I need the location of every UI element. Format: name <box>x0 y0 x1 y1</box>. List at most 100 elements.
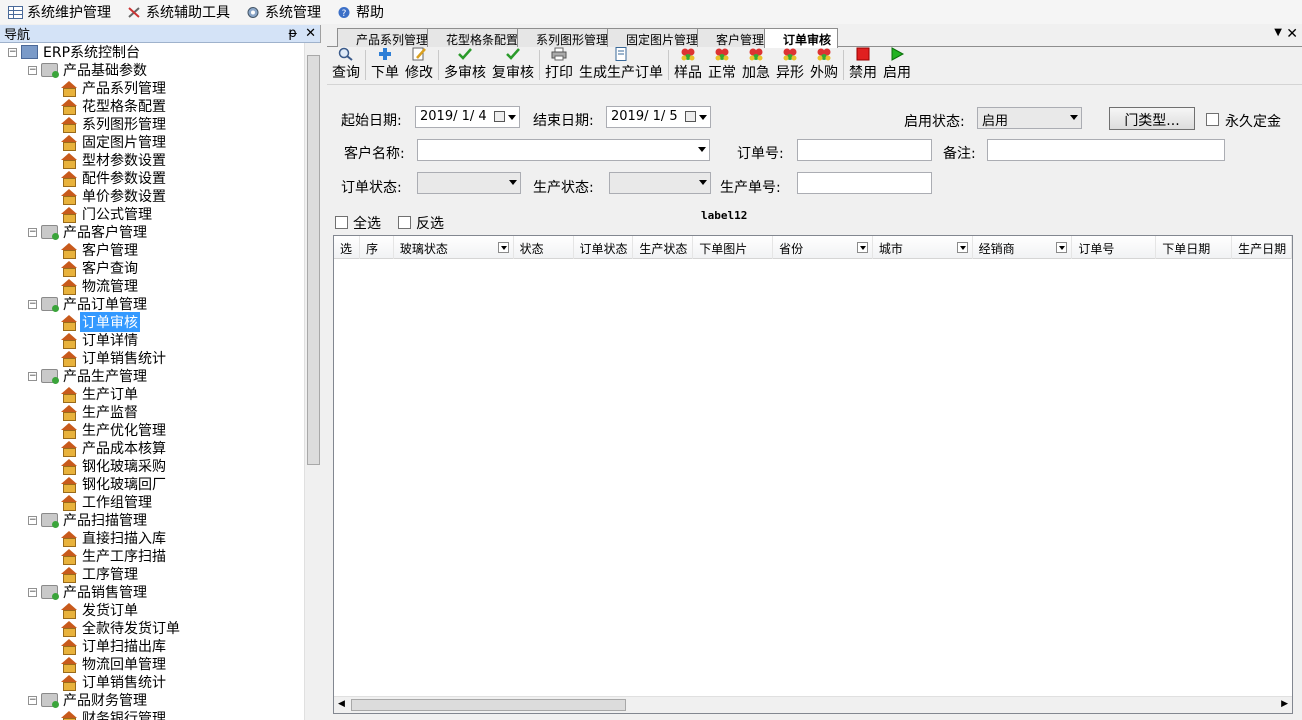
invert-checkbox[interactable] <box>398 216 411 229</box>
toolbar-button-6[interactable]: 生成生产订单 <box>576 46 666 84</box>
filter-dropdown-icon[interactable] <box>956 242 968 253</box>
customer-select[interactable] <box>417 139 710 161</box>
menu-system-maintenance[interactable]: 系统维护管理 <box>0 0 119 24</box>
permanent-deposit-checkbox[interactable] <box>1206 113 1219 126</box>
column-header[interactable]: 城市 <box>873 236 973 259</box>
remark-input[interactable] <box>987 139 1225 161</box>
tree-item[interactable]: 型材参数设置 <box>60 151 168 169</box>
tree-item[interactable]: 单价参数设置 <box>60 187 168 205</box>
tree-item[interactable]: 钢化玻璃采购 <box>60 457 168 475</box>
tab-list-dropdown-icon[interactable]: ▼ <box>1274 27 1282 38</box>
tree-group[interactable]: − 产品订单管理 <box>28 295 149 313</box>
tree-item[interactable]: 钢化玻璃回厂 <box>60 475 168 493</box>
tree-group[interactable]: − 产品客户管理 <box>28 223 149 241</box>
grid-scroll-thumb[interactable] <box>351 699 626 711</box>
toolbar-button-11[interactable]: 外购 <box>807 46 841 84</box>
tree-group[interactable]: − 产品基础参数 <box>28 61 149 79</box>
column-header[interactable]: 生产日期 <box>1232 236 1292 259</box>
tree-item[interactable]: 物流回单管理 <box>60 655 168 673</box>
nav-scrollbar[interactable] <box>304 43 321 720</box>
tab-close-icon[interactable]: ✕ <box>1286 26 1298 42</box>
toolbar-button-5[interactable]: 打印 <box>542 46 576 84</box>
tree-item[interactable]: 工作组管理 <box>60 493 154 511</box>
tree-group[interactable]: − 产品扫描管理 <box>28 511 149 529</box>
pin-icon[interactable]: ᵽ <box>288 26 297 41</box>
tree-item[interactable]: 订单详情 <box>60 331 140 349</box>
tree-item[interactable]: 订单审核 <box>60 312 140 332</box>
start-date-picker[interactable]: 2019/ 1/ 4 <box>415 106 520 128</box>
toolbar-button-1[interactable]: 下单 <box>368 46 402 84</box>
tree-item[interactable]: 固定图片管理 <box>60 133 168 151</box>
scroll-left-icon[interactable]: ◀ <box>338 699 345 709</box>
column-header[interactable]: 省份 <box>773 236 873 259</box>
order-status-select[interactable] <box>417 172 521 194</box>
tree-item[interactable]: 生产监督 <box>60 403 140 421</box>
tree-item[interactable]: 生产优化管理 <box>60 421 168 439</box>
scroll-right-icon[interactable]: ▶ <box>1281 699 1288 709</box>
tree-item[interactable]: 订单销售统计 <box>60 349 168 367</box>
tree-item[interactable]: 物流管理 <box>60 277 140 295</box>
tree-item[interactable]: 门公式管理 <box>60 205 154 223</box>
toolbar-button-2[interactable]: 修改 <box>402 46 436 84</box>
tab-customer-mgmt[interactable]: 客户管理 <box>697 28 772 47</box>
column-header[interactable]: 状态 <box>514 236 574 259</box>
tree-root[interactable]: − ERP系统控制台 <box>8 43 142 61</box>
tree-item[interactable]: 发货订单 <box>60 601 140 619</box>
filter-dropdown-icon[interactable] <box>1056 242 1068 253</box>
collapse-icon[interactable]: − <box>28 515 37 525</box>
enable-status-select[interactable]: 启用 <box>977 107 1082 129</box>
collapse-icon[interactable]: − <box>28 227 37 237</box>
tree-group[interactable]: − 产品财务管理 <box>28 691 149 709</box>
column-header[interactable]: 生产状态 <box>633 236 694 259</box>
tree-group[interactable]: − 产品销售管理 <box>28 583 149 601</box>
order-no-input[interactable] <box>797 139 932 161</box>
tree-item[interactable]: 客户查询 <box>60 259 140 277</box>
tree-item[interactable]: 系列图形管理 <box>60 115 168 133</box>
tree-item[interactable]: 产品系列管理 <box>60 79 168 97</box>
toolbar-button-12[interactable]: 禁用 <box>846 46 880 84</box>
collapse-icon[interactable]: − <box>28 371 37 381</box>
column-header[interactable]: 序 <box>360 236 394 259</box>
column-header[interactable]: 玻璃状态 <box>394 236 514 259</box>
tab-pattern-config[interactable]: 花型格条配置 <box>427 28 526 47</box>
column-header[interactable]: 下单日期 <box>1156 236 1233 259</box>
tab-order-review[interactable]: 订单审核 <box>764 28 839 48</box>
order-grid[interactable]: 选序 玻璃状态 状态 订单状态 生产状态 下单图片 省份 城市 经销商 订单号 下单日期 生产日期 ◀… <box>333 235 1293 714</box>
production-no-input[interactable] <box>797 172 932 194</box>
tree-item[interactable]: 订单销售统计 <box>60 673 168 691</box>
tab-product-series[interactable]: 产品系列管理 <box>337 28 436 47</box>
toolbar-button-4[interactable]: 复审核 <box>489 46 537 84</box>
tree-item[interactable]: 订单扫描出库 <box>60 637 168 655</box>
toolbar-button-10[interactable]: 异形 <box>773 46 807 84</box>
column-header[interactable]: 订单号 <box>1072 236 1157 259</box>
toolbar-button-0[interactable]: 查询 <box>329 46 363 84</box>
grid-horizontal-scrollbar[interactable]: ◀ ▶ <box>334 696 1292 713</box>
collapse-icon[interactable]: − <box>28 65 37 75</box>
collapse-icon[interactable]: − <box>8 47 17 57</box>
tree-item[interactable]: 花型格条配置 <box>60 97 168 115</box>
tree-item[interactable]: 财务银行管理 <box>60 709 168 720</box>
nav-scroll-thumb[interactable] <box>307 55 320 465</box>
close-icon[interactable]: ✕ <box>305 26 316 41</box>
filter-dropdown-icon[interactable] <box>497 242 509 253</box>
menu-system-admin[interactable]: 系统管理 <box>238 0 329 24</box>
tree-item[interactable]: 生产工序扫描 <box>60 547 168 565</box>
filter-dropdown-icon[interactable] <box>856 242 868 253</box>
tab-series-graphics[interactable]: 系列图形管理 <box>517 28 616 47</box>
end-date-picker[interactable]: 2019/ 1/ 5 <box>606 106 711 128</box>
tree-item[interactable]: 全款待发货订单 <box>60 619 182 637</box>
toolbar-button-3[interactable]: 多审核 <box>441 46 489 84</box>
toolbar-button-8[interactable]: 正常 <box>705 46 739 84</box>
column-header[interactable]: 经销商 <box>973 236 1073 259</box>
tree-item[interactable]: 生产订单 <box>60 385 140 403</box>
menu-system-tools[interactable]: 系统辅助工具 <box>119 0 238 24</box>
select-all-checkbox[interactable] <box>335 216 348 229</box>
toolbar-button-7[interactable]: 样品 <box>671 46 705 84</box>
production-status-select[interactable] <box>609 172 711 194</box>
tree-item[interactable]: 直接扫描入库 <box>60 529 168 547</box>
tree-item[interactable]: 客户管理 <box>60 241 140 259</box>
collapse-icon[interactable]: − <box>28 587 37 597</box>
tree-item[interactable]: 工序管理 <box>60 565 140 583</box>
toolbar-button-13[interactable]: 启用 <box>880 46 914 84</box>
collapse-icon[interactable]: − <box>28 299 37 309</box>
